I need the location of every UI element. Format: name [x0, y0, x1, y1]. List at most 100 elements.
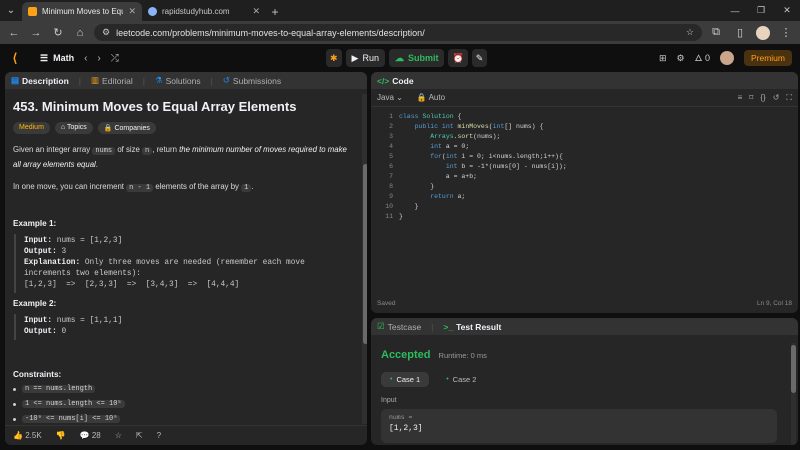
topics-badge[interactable]: ⌂ Topics	[54, 122, 93, 134]
line-source: int b = -1*(nums[0] - nums[i]);	[445, 163, 567, 170]
thumbs-up-icon: 👍	[13, 431, 23, 440]
settings-gear-icon[interactable]: ⚙	[677, 53, 685, 64]
site-info-icon[interactable]: ⚙	[102, 27, 110, 38]
case-1-tab[interactable]: • Case 1	[381, 372, 430, 387]
line-number: 3	[389, 133, 393, 140]
code-line[interactable]: 6 int b = -1*(nums[0] - nums[i]);	[371, 162, 798, 172]
browser-tab-rapidstudyhub[interactable]: rapidstudyhub.com ✕	[142, 2, 266, 21]
code-line[interactable]: 1 class Solution {	[371, 112, 798, 122]
tab-testcase[interactable]: ☑ Testcase	[377, 321, 421, 332]
notes-button[interactable]: ✎	[471, 49, 488, 67]
restore-icon[interactable]: ❐	[748, 0, 774, 21]
prev-problem-icon[interactable]: ‹	[84, 53, 87, 64]
companies-badge[interactable]: 🔒 Companies	[97, 122, 156, 134]
code-line[interactable]: 3 Arrays.sort(nums);	[371, 132, 798, 142]
code-line[interactable]: 10 }	[371, 202, 798, 212]
bookmark-icon[interactable]: ⌑	[749, 93, 753, 103]
help-icon[interactable]: ?	[157, 431, 161, 440]
example-2-title: Example 2:	[13, 299, 57, 308]
layout-icon[interactable]: ⊞	[659, 53, 667, 64]
code-line[interactable]: 8 }	[371, 182, 798, 192]
test-result-scrollbar[interactable]	[791, 343, 796, 445]
code-line[interactable]: 7 a = a+b;	[371, 172, 798, 182]
forward-icon[interactable]: →	[28, 25, 44, 41]
home-icon[interactable]: ⌂	[72, 25, 88, 41]
constraints-title: Constraints:	[13, 370, 62, 379]
tab-test-result[interactable]: >_ Test Result	[443, 322, 501, 332]
test-result-content: Accepted Runtime: 0 ms • Case 1 • Case 2 I…	[371, 335, 798, 445]
favorite-star-icon[interactable]: ☆	[115, 431, 122, 440]
sidepanel-icon[interactable]: ▯	[732, 25, 748, 41]
line-source: class Solution {	[399, 113, 462, 120]
new-tab-button[interactable]: +	[266, 2, 284, 21]
share-icon[interactable]: ⇱	[136, 431, 143, 440]
input-value: [1,2,3]	[389, 424, 423, 433]
extensions-icon[interactable]: ⧉	[708, 25, 724, 41]
back-icon[interactable]: ←	[6, 25, 22, 41]
tab-solutions[interactable]: ⚗ Solutions	[155, 75, 201, 86]
description-scrollbar[interactable]	[362, 94, 367, 424]
line-source: return a;	[430, 193, 466, 200]
auto-mode-toggle[interactable]: 🔒 Auto	[417, 93, 445, 102]
tab-search-icon[interactable]: ⌄	[0, 0, 22, 21]
code-line[interactable]: 4 int a = 0;	[371, 142, 798, 152]
format-icon[interactable]: ≡	[738, 93, 743, 103]
leetcode-logo-icon[interactable]: ⟨	[8, 51, 22, 65]
user-avatar[interactable]	[719, 51, 734, 65]
code-line[interactable]: 9 return a;	[371, 192, 798, 202]
line-source: a = a+b;	[399, 173, 478, 180]
minimize-icon[interactable]: —	[722, 0, 748, 21]
url-input[interactable]: ⚙ leetcode.com/problems/minimum-moves-to…	[94, 24, 702, 41]
timer-button[interactable]: ⏰	[448, 49, 468, 67]
comments-button[interactable]: 💬 28	[80, 431, 101, 440]
difficulty-badge: Medium	[13, 122, 50, 134]
reset-icon[interactable]: ↺	[773, 93, 780, 103]
browser-tab-bar: ⌄ Minimum Moves to Equal Arra ✕ rapidstu…	[0, 0, 800, 21]
tag-icon: ⌂	[60, 124, 66, 131]
debug-button[interactable]: ✱	[326, 49, 342, 67]
code-line[interactable]: 11}	[371, 212, 798, 222]
line-source: Arrays.sort(nums);	[430, 133, 501, 140]
shuffle-icon[interactable]: ⤮	[111, 53, 119, 64]
dislike-icon[interactable]: 👎	[56, 431, 66, 440]
close-window-icon[interactable]: ✕	[774, 0, 800, 21]
reload-icon[interactable]: ↻	[50, 25, 66, 41]
editor-toolbar: Java ⌄ 🔒 Auto ≡ ⌑ {} ↺ ⛶	[371, 89, 798, 107]
browser-tab-leetcode[interactable]: Minimum Moves to Equal Arra ✕	[22, 2, 142, 21]
fullscreen-icon[interactable]: ⛶	[786, 93, 792, 103]
code-editor[interactable]: 1 class Solution {2 public int minMoves(i…	[371, 108, 798, 313]
description-tabs: ▤ Description | ▥ Editorial | ⚗ Solutions |…	[5, 72, 367, 89]
tab-submissions[interactable]: ↺ Submissions	[223, 75, 281, 86]
globe-favicon-icon	[148, 7, 157, 16]
tab-editorial[interactable]: ▥ Editorial	[91, 75, 133, 86]
like-button[interactable]: 👍 2.5K	[13, 431, 42, 440]
problem-list-button[interactable]: ☰ Math	[40, 53, 74, 64]
next-problem-icon[interactable]: ›	[97, 53, 100, 64]
menu-icon[interactable]: ⋮	[778, 25, 794, 41]
profile-avatar[interactable]	[756, 25, 770, 40]
line-number: 8	[389, 183, 393, 190]
problem-title[interactable]: 453. Minimum Moves to Equal Array Elemen…	[13, 99, 352, 114]
alarm-icon: ⏰	[452, 52, 464, 63]
braces-icon[interactable]: {}	[760, 93, 765, 103]
line-number: 7	[389, 173, 393, 180]
premium-button[interactable]: Premium	[743, 50, 792, 66]
language-select[interactable]: Java ⌄	[377, 93, 403, 102]
streak-counter[interactable]: 🜂 0	[695, 49, 710, 67]
close-tab-icon[interactable]: ✕	[128, 6, 136, 17]
submit-button[interactable]: ☁ Submit	[388, 49, 445, 67]
bookmark-star-icon[interactable]: ☆	[686, 27, 694, 38]
case-2-tab[interactable]: • Case 2	[437, 372, 485, 387]
code-line[interactable]: 5 for(int i = 0; i<nums.length;i++){	[371, 152, 798, 162]
code-line[interactable]: 2 public int minMoves(int[] nums) {	[371, 122, 798, 132]
result-status: Accepted	[381, 349, 431, 361]
close-tab-icon[interactable]: ✕	[252, 6, 260, 17]
tab-description[interactable]: ▤ Description	[11, 75, 69, 86]
list-icon: ☰	[40, 52, 49, 63]
code-tab[interactable]: </> Code	[377, 76, 414, 86]
line-source: }	[399, 183, 435, 190]
description-footer: 👍 2.5K 👎 💬 28 ☆ ⇱ ?	[5, 425, 367, 445]
test-result-panel: ☑ Testcase | >_ Test Result Accepted Runti…	[371, 318, 798, 445]
line-source: public int minMoves(int[] nums) {	[414, 123, 544, 130]
run-button[interactable]: ▶ Run	[345, 49, 385, 67]
